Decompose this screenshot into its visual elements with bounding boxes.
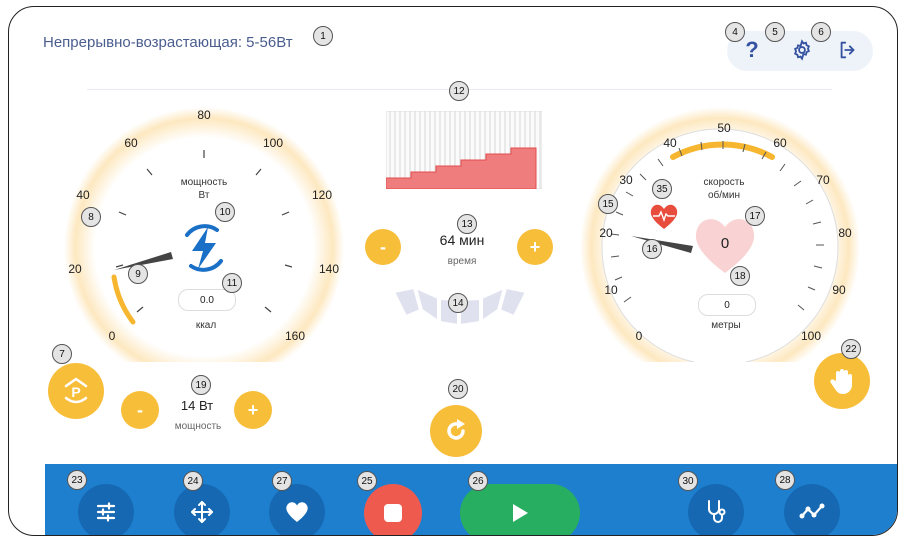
power-value: 14 Вт — [180, 398, 214, 413]
speed-tick-40: 40 — [663, 136, 677, 150]
speed-tick-90: 90 — [832, 283, 846, 297]
speed-tick-50: 50 — [717, 121, 731, 135]
move-icon — [191, 501, 213, 523]
time-increase-button[interactable]: + — [517, 229, 553, 265]
callout-badge: 24 — [183, 471, 203, 491]
svg-text:P: P — [71, 384, 80, 400]
heart-button[interactable] — [269, 484, 325, 535]
power-dial-unit: Вт — [198, 190, 210, 201]
speed-tick-80: 80 — [838, 226, 852, 240]
program-profile-chart — [385, 110, 543, 190]
callout-badge: 7 — [52, 344, 72, 364]
logout-icon[interactable] — [835, 37, 861, 63]
power-tick-40: 40 — [76, 188, 90, 202]
help-icon[interactable]: ? — [739, 37, 765, 63]
speed-tick-20: 20 — [599, 226, 613, 240]
graph-icon — [799, 503, 825, 519]
refresh-icon — [447, 419, 465, 440]
heart-pulse-icon — [649, 203, 679, 231]
power-tick-160: 160 — [284, 329, 306, 343]
callout-badge: 10 — [215, 202, 235, 222]
callout-badge: 25 — [357, 471, 377, 491]
callout-badge: 1 — [313, 26, 333, 46]
power-tick-120: 120 — [311, 188, 333, 202]
calories-label: ккал — [195, 320, 217, 331]
time-label: время — [447, 256, 477, 267]
callout-badge: 17 — [745, 206, 765, 226]
callout-badge: 16 — [642, 239, 662, 259]
meters-value: 0 — [698, 294, 756, 316]
callout-badge: 4 — [725, 22, 745, 42]
time-value: 64 мин — [439, 232, 485, 248]
callout-badge: 26 — [468, 471, 488, 491]
speed-tick-10: 10 — [604, 283, 618, 297]
callout-badge: 19 — [191, 375, 211, 395]
speed-tick-60: 60 — [773, 136, 787, 150]
power-dial-label: мощность — [180, 177, 228, 188]
speed-tick-30: 30 — [619, 173, 633, 187]
callout-badge: 22 — [841, 339, 861, 359]
power-decrease-button[interactable]: - — [121, 391, 159, 429]
callout-badge: 23 — [67, 470, 87, 490]
power-tick-20: 20 — [68, 262, 82, 276]
callout-badge: 12 — [449, 81, 469, 101]
callout-badge: 15 — [598, 194, 618, 214]
callout-badge: 11 — [222, 273, 242, 293]
power-increase-button[interactable]: + — [234, 391, 272, 429]
stethoscope-icon — [708, 500, 726, 523]
program-title: Непрерывно-возрастающая: 5-56Вт — [43, 34, 293, 51]
speed-dial-label: скорость — [703, 177, 745, 188]
speed-tick-70: 70 — [816, 173, 830, 187]
calories-value: 0.0 — [178, 289, 236, 311]
move-button[interactable] — [174, 484, 230, 535]
power-tick-80: 80 — [197, 108, 211, 122]
callout-badge: 30 — [678, 471, 698, 491]
power-tick-0: 0 — [108, 329, 116, 343]
program-p-button[interactable]: P — [48, 363, 104, 419]
settings-sliders-button[interactable] — [78, 484, 134, 535]
hand-icon — [830, 369, 852, 394]
meters-label: метры — [711, 320, 741, 331]
pause-hand-button[interactable] — [814, 353, 870, 409]
callout-badge: 18 — [730, 266, 750, 286]
power-label: мощность — [174, 421, 222, 432]
callout-badge: 13 — [457, 214, 477, 234]
callout-badge: 14 — [448, 293, 468, 313]
lightning-icon — [177, 221, 231, 275]
speed-dial-unit: об/мин — [707, 190, 741, 201]
graph-button[interactable] — [784, 484, 840, 535]
power-tick-60: 60 — [124, 136, 138, 150]
speed-tick-0: 0 — [635, 329, 643, 343]
heart-rate-value: 0 — [720, 235, 730, 252]
time-decrease-button[interactable]: - — [365, 229, 401, 265]
callout-badge: 28 — [775, 470, 795, 490]
speed-tick-100: 100 — [800, 329, 822, 343]
gear-icon[interactable] — [789, 37, 815, 63]
callout-badge: 6 — [811, 22, 831, 42]
play-button[interactable] — [460, 484, 580, 535]
callout-badge: 27 — [272, 471, 292, 491]
callout-badge: 35 — [652, 179, 672, 199]
play-icon — [513, 504, 528, 522]
callout-badge: 20 — [448, 379, 468, 399]
heart-icon — [286, 502, 308, 522]
power-tick-100: 100 — [262, 136, 284, 150]
program-p-icon: P — [64, 377, 88, 404]
stethoscope-button[interactable] — [688, 484, 744, 535]
stop-button[interactable] — [364, 484, 422, 535]
callout-badge: 9 — [128, 264, 148, 284]
power-tick-140: 140 — [318, 262, 340, 276]
stop-icon — [384, 504, 402, 522]
callout-badge: 5 — [765, 22, 785, 42]
sliders-icon — [96, 502, 116, 522]
reset-button[interactable] — [430, 405, 482, 457]
callout-badge: 8 — [81, 207, 101, 227]
